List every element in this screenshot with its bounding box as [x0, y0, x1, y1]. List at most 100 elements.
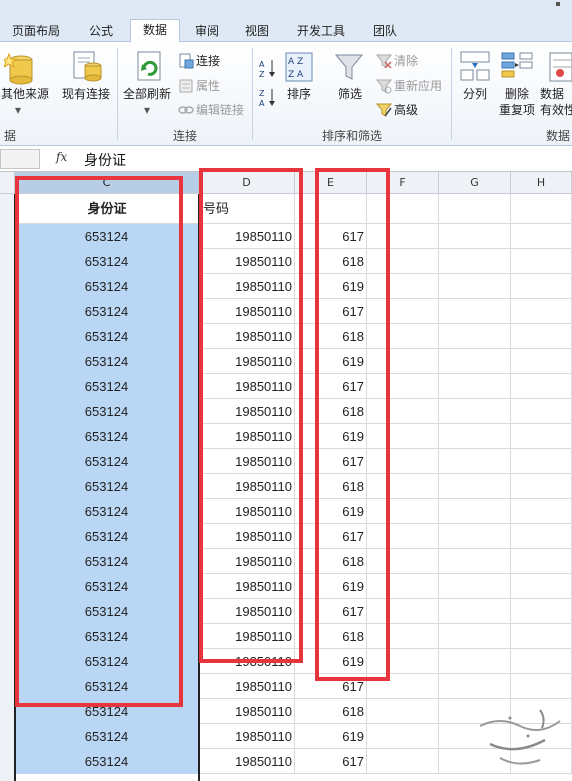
cell-h[interactable]	[511, 324, 572, 349]
cell-h[interactable]	[511, 449, 572, 474]
column-header-g[interactable]: G	[439, 172, 511, 194]
cell-h[interactable]	[511, 549, 572, 574]
cell-g[interactable]	[439, 599, 511, 624]
cell-g[interactable]	[439, 374, 511, 399]
cell-g[interactable]	[439, 324, 511, 349]
filter-button[interactable]: 筛选	[332, 86, 368, 102]
connections-button[interactable]: 连接	[196, 53, 220, 69]
reapply-filter-button[interactable]: 重新应用	[394, 78, 442, 94]
group-label-connections: 连接	[172, 129, 197, 143]
cell-g[interactable]	[439, 549, 511, 574]
cell-g[interactable]	[439, 274, 511, 299]
cell-h[interactable]	[511, 474, 572, 499]
text-to-columns-icon	[460, 50, 490, 84]
data-validation-icon	[548, 50, 572, 84]
tab-view[interactable]: 视图	[236, 21, 278, 42]
svg-text:A: A	[259, 60, 265, 69]
cell-e[interactable]: 618	[295, 699, 367, 724]
cell-g[interactable]	[439, 624, 511, 649]
cell-c[interactable]: 653124	[15, 749, 199, 774]
cell-h[interactable]	[511, 299, 572, 324]
cell-h-header[interactable]	[511, 194, 572, 224]
cell-h[interactable]	[511, 274, 572, 299]
advanced-filter-button[interactable]: 高级	[394, 102, 418, 118]
cell-g[interactable]	[439, 649, 511, 674]
cell-h[interactable]	[511, 224, 572, 249]
cell-g[interactable]	[439, 249, 511, 274]
properties-button[interactable]: 属性	[196, 78, 220, 94]
ribbon-separator	[117, 48, 118, 140]
group-label-data-tools: 数据	[546, 129, 571, 143]
refresh-all-button[interactable]: 全部刷新	[120, 86, 174, 102]
tab-data[interactable]: 数据	[130, 19, 180, 43]
cell-h[interactable]	[511, 399, 572, 424]
formula-input[interactable]: 身份证	[84, 150, 126, 170]
tab-developer[interactable]: 开发工具	[288, 21, 354, 42]
cell-h[interactable]	[511, 374, 572, 399]
cell-d[interactable]: 19850110	[199, 699, 295, 724]
reapply-filter-icon	[375, 78, 393, 94]
edit-links-button[interactable]: 编辑链接	[196, 102, 244, 118]
database-star-icon	[0, 52, 34, 86]
cell-h[interactable]	[511, 249, 572, 274]
column-header-h[interactable]: H	[511, 172, 572, 194]
cell-f[interactable]	[367, 749, 439, 774]
cell-g-header[interactable]	[439, 194, 511, 224]
cell-f[interactable]	[367, 699, 439, 724]
remove-duplicates-icon	[500, 50, 534, 84]
tab-team[interactable]: 团队	[364, 21, 406, 42]
cell-g[interactable]	[439, 524, 511, 549]
existing-connections-button[interactable]: 现有连接	[58, 86, 114, 102]
sort-dialog-icon: A Z Z A	[285, 52, 313, 82]
group-label-sort-filter: 排序和筛选	[321, 129, 382, 143]
highlight-box-column-d	[199, 168, 303, 663]
cell-d[interactable]: 19850110	[199, 724, 295, 749]
clear-filter-button[interactable]: 清除	[394, 53, 418, 69]
cell-h[interactable]	[511, 524, 572, 549]
cell-c[interactable]: 653124	[15, 724, 199, 749]
data-validation-label-1: 数据	[540, 87, 565, 101]
cell-h[interactable]	[511, 649, 572, 674]
cell-d[interactable]: 19850110	[199, 749, 295, 774]
chevron-down-icon: ▾	[14, 103, 22, 117]
cell-h[interactable]	[511, 624, 572, 649]
cell-g[interactable]	[439, 449, 511, 474]
corner-select-all[interactable]	[0, 172, 15, 194]
cell-h[interactable]	[511, 424, 572, 449]
cell-h[interactable]	[511, 574, 572, 599]
row-header-strip	[0, 194, 15, 781]
cell-e[interactable]: 617	[295, 749, 367, 774]
sort-descending-icon[interactable]: ZA	[259, 87, 277, 108]
cell-g[interactable]	[439, 299, 511, 324]
cell-g[interactable]	[439, 424, 511, 449]
cell-g[interactable]	[439, 224, 511, 249]
cell-g[interactable]	[439, 399, 511, 424]
cell-g[interactable]	[439, 474, 511, 499]
cell-h[interactable]	[511, 349, 572, 374]
chevron-down-icon: ▾	[143, 103, 151, 117]
cell-e[interactable]: 619	[295, 724, 367, 749]
cell-g[interactable]	[439, 349, 511, 374]
tab-page-layout[interactable]: 页面布局	[6, 21, 66, 42]
tab-review[interactable]: 审阅	[186, 21, 228, 42]
cell-h[interactable]	[511, 499, 572, 524]
clear-filter-icon	[375, 53, 393, 69]
data-validation-label-2: 有效性	[540, 103, 572, 117]
text-to-columns-button[interactable]: 分列	[458, 86, 492, 102]
sort-ascending-icon[interactable]: AZ	[259, 58, 277, 79]
name-box[interactable]	[0, 149, 40, 169]
sort-button[interactable]: 排序	[280, 86, 318, 102]
cell-g[interactable]	[439, 574, 511, 599]
properties-icon	[178, 78, 194, 94]
ribbon-separator	[451, 48, 452, 140]
cell-g[interactable]	[439, 499, 511, 524]
other-source-button[interactable]: 其他来源	[0, 86, 50, 102]
data-validation-button[interactable]: 数据 有效性	[540, 86, 572, 118]
tab-formulas[interactable]: 公式	[78, 21, 124, 42]
cell-d[interactable]: 19850110	[199, 674, 295, 699]
fx-icon[interactable]: fx	[56, 150, 67, 164]
cell-h[interactable]	[511, 599, 572, 624]
remove-duplicates-button[interactable]: 删除 重复项	[496, 86, 538, 118]
cell-f[interactable]	[367, 724, 439, 749]
remove-duplicates-label-2: 重复项	[498, 103, 535, 117]
